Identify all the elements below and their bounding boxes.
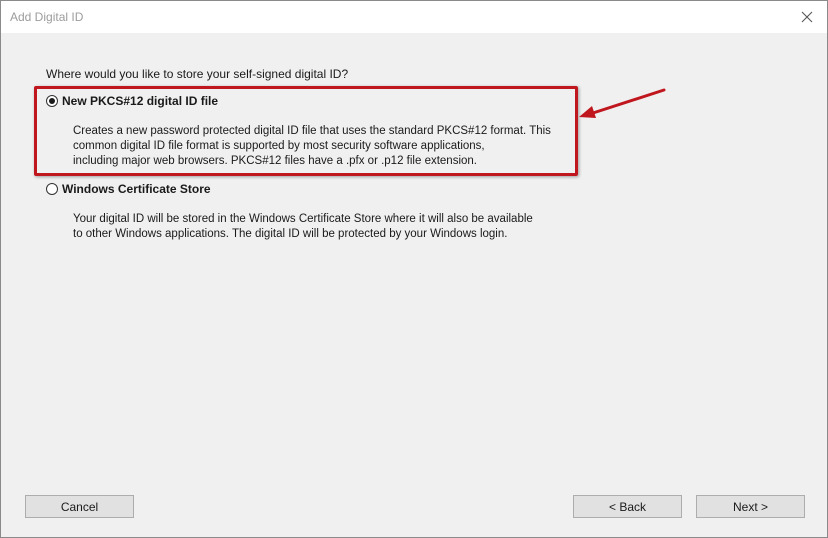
storage-question: Where would you like to store your self-…	[46, 67, 349, 81]
cancel-button[interactable]: Cancel	[25, 495, 134, 518]
red-arrow-annotation-icon	[579, 88, 666, 118]
option-pkcs12-label: New PKCS#12 digital ID file	[62, 94, 219, 108]
window-title: Add Digital ID	[10, 10, 84, 24]
description-line: Your digital ID will be stored in the Wi…	[73, 213, 533, 225]
description-line: to other Windows applications. The digit…	[73, 228, 508, 240]
add-digital-id-dialog: Add Digital ID Where would you like to s…	[0, 0, 828, 538]
description-line: common digital ID file format is support…	[73, 140, 485, 152]
description-line: Creates a new password protected digital…	[73, 125, 551, 137]
option-windows-cert-store-description: Your digital ID will be stored in the Wi…	[73, 212, 533, 242]
option-windows-cert-store-label: Windows Certificate Store	[62, 182, 211, 196]
radio-windows-cert-store[interactable]	[46, 183, 58, 195]
option-pkcs12-description: Creates a new password protected digital…	[73, 124, 551, 169]
title-bar: Add Digital ID	[1, 1, 827, 33]
close-icon	[801, 11, 813, 23]
option-pkcs12-file[interactable]: New PKCS#12 digital ID file	[46, 94, 218, 108]
option-windows-cert-store[interactable]: Windows Certificate Store	[46, 182, 211, 196]
radio-pkcs12-file[interactable]	[46, 95, 58, 107]
close-button[interactable]	[787, 1, 827, 33]
description-line: including major web browsers. PKCS#12 fi…	[73, 155, 477, 167]
back-button[interactable]: < Back	[573, 495, 682, 518]
next-button[interactable]: Next >	[696, 495, 805, 518]
